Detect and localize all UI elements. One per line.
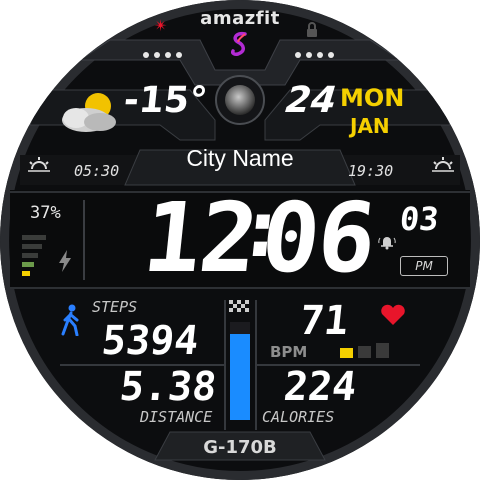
time-seconds: 03 bbox=[398, 200, 441, 238]
time-minutes: 06 bbox=[256, 182, 380, 294]
walking-person-icon bbox=[60, 304, 82, 340]
lock-icon bbox=[305, 22, 319, 42]
calories-label: CALORIES bbox=[262, 408, 335, 426]
time-ampm: PM bbox=[400, 256, 448, 276]
date-day: 24 bbox=[283, 80, 339, 121]
battery-bar-segment bbox=[22, 271, 30, 276]
battery-bar-segment bbox=[22, 235, 46, 240]
sunset-time: 19:30 bbox=[348, 162, 394, 180]
brand-logo-icon bbox=[228, 30, 252, 62]
date-month: JAN bbox=[350, 114, 390, 138]
alarm-bell-icon bbox=[378, 234, 396, 254]
heart-rate-label: BPM bbox=[270, 343, 308, 361]
steps-label: STEPS bbox=[92, 298, 138, 316]
battery-percent: 37% bbox=[30, 203, 61, 223]
watch-face: ✴ amazfit -15° 24 MON JAN City Name 05:3… bbox=[0, 0, 480, 480]
temperature: -15° bbox=[121, 80, 210, 121]
battery-bar-segment bbox=[22, 262, 34, 267]
bluetooth-icon: ✴ bbox=[154, 16, 168, 35]
brand-label: amazfit bbox=[200, 8, 280, 29]
goal-progress-fill bbox=[230, 334, 250, 420]
city-name: City Name bbox=[186, 145, 294, 171]
distance-label: DISTANCE bbox=[140, 408, 213, 426]
goal-progress-bar bbox=[230, 322, 250, 420]
status-dots-left bbox=[142, 44, 192, 58]
partly-cloudy-sun-icon bbox=[56, 86, 128, 142]
sunrise-icon bbox=[28, 156, 50, 176]
date-weekday: MON bbox=[340, 84, 405, 112]
battery-level-bars bbox=[22, 230, 52, 284]
model-label: G-170B bbox=[203, 437, 277, 458]
charging-bolt-icon bbox=[58, 250, 72, 276]
checkered-flag-icon bbox=[229, 297, 251, 316]
sunrise-time: 05:30 bbox=[74, 162, 120, 180]
sunset-icon bbox=[432, 156, 454, 176]
steps-value: 5394 bbox=[99, 318, 201, 364]
calories-value: 224 bbox=[281, 364, 359, 410]
battery-bar-segment bbox=[22, 244, 42, 249]
battery-bar-segment bbox=[22, 253, 38, 258]
heart-rate-value: 71 bbox=[297, 298, 351, 344]
distance-value: 5.38 bbox=[117, 364, 219, 410]
heart-icon bbox=[380, 304, 406, 330]
status-dots-right bbox=[294, 44, 344, 58]
heart-zone-indicators bbox=[340, 342, 400, 364]
